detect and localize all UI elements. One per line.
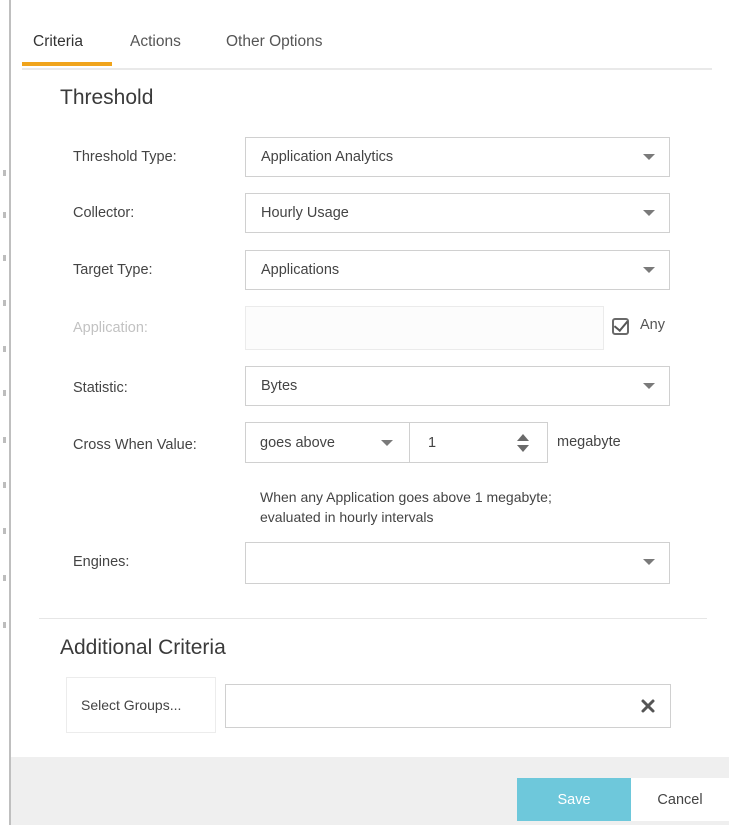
save-button[interactable]: Save: [517, 778, 631, 821]
caret-down-icon: [381, 440, 393, 446]
edge-tick: [3, 437, 6, 443]
caret-down-icon: [643, 383, 655, 389]
any-checkbox-label: Any: [640, 317, 665, 333]
hint-line-2: evaluated in hourly intervals: [260, 509, 434, 525]
engines-label: Engines:: [73, 554, 130, 570]
cross-unit-label: megabyte: [557, 434, 621, 450]
edge-tick: [3, 390, 6, 396]
criteria-dialog: Criteria Actions Other Options Threshold…: [0, 0, 729, 825]
collector-value: Hourly Usage: [261, 205, 349, 221]
close-x-icon[interactable]: [640, 698, 656, 714]
caret-down-icon: [643, 267, 655, 273]
edge-tick: [3, 482, 6, 488]
cross-amount-value: 1: [428, 435, 437, 451]
hint-line-1: When any Application goes above 1 megaby…: [260, 489, 552, 505]
caret-down-icon: [643, 154, 655, 160]
tab-other-options[interactable]: Other Options: [226, 33, 323, 51]
dialog-footer: Save Cancel: [11, 757, 729, 825]
spinner-down-icon[interactable]: [517, 445, 529, 452]
threshold-type-value: Application Analytics: [261, 149, 394, 165]
cross-when-label: Cross When Value:: [73, 437, 197, 453]
edge-tick: [3, 528, 6, 534]
tab-bar: Criteria Actions Other Options: [22, 0, 712, 70]
target-type-select[interactable]: Applications: [245, 250, 670, 290]
spinner-up-icon[interactable]: [517, 434, 529, 441]
threshold-type-label: Threshold Type:: [73, 149, 177, 165]
edge-tick: [3, 170, 6, 176]
cross-condition-select[interactable]: goes above: [245, 422, 410, 463]
caret-down-icon: [643, 559, 655, 565]
collector-select[interactable]: Hourly Usage: [245, 193, 670, 233]
checkbox-checked-icon[interactable]: [612, 318, 629, 335]
additional-criteria-title: Additional Criteria: [60, 636, 226, 659]
collector-label: Collector:: [73, 205, 135, 221]
statistic-select[interactable]: Bytes: [245, 366, 670, 406]
edge-tick: [3, 346, 6, 352]
active-tab-indicator: [22, 62, 112, 66]
edge-tick: [3, 212, 6, 218]
engines-select[interactable]: [245, 542, 670, 584]
cancel-button[interactable]: Cancel: [631, 778, 729, 821]
left-panel-edge: [0, 0, 11, 825]
edge-tick: [3, 255, 6, 261]
edge-tick: [3, 300, 6, 306]
groups-input[interactable]: [225, 684, 671, 728]
edge-tick: [3, 622, 6, 628]
cross-amount-stepper[interactable]: 1: [409, 422, 548, 463]
application-label: Application:: [73, 320, 148, 336]
threshold-section-title: Threshold: [60, 86, 154, 109]
tab-actions[interactable]: Actions: [130, 33, 181, 51]
select-groups-label: Select Groups...: [81, 697, 182, 713]
caret-down-icon: [643, 210, 655, 216]
application-input[interactable]: [245, 306, 604, 350]
cross-condition-value: goes above: [260, 435, 335, 451]
cross-when-hint: When any Application goes above 1 megaby…: [260, 487, 680, 527]
statistic-label: Statistic:: [73, 380, 128, 396]
tab-criteria[interactable]: Criteria: [33, 33, 83, 51]
target-type-label: Target Type:: [73, 262, 153, 278]
section-divider: [39, 618, 707, 619]
statistic-value: Bytes: [261, 378, 298, 394]
target-type-value: Applications: [261, 262, 340, 278]
edge-tick: [3, 575, 6, 581]
select-groups-button[interactable]: Select Groups...: [66, 677, 216, 733]
threshold-type-select[interactable]: Application Analytics: [245, 137, 670, 177]
